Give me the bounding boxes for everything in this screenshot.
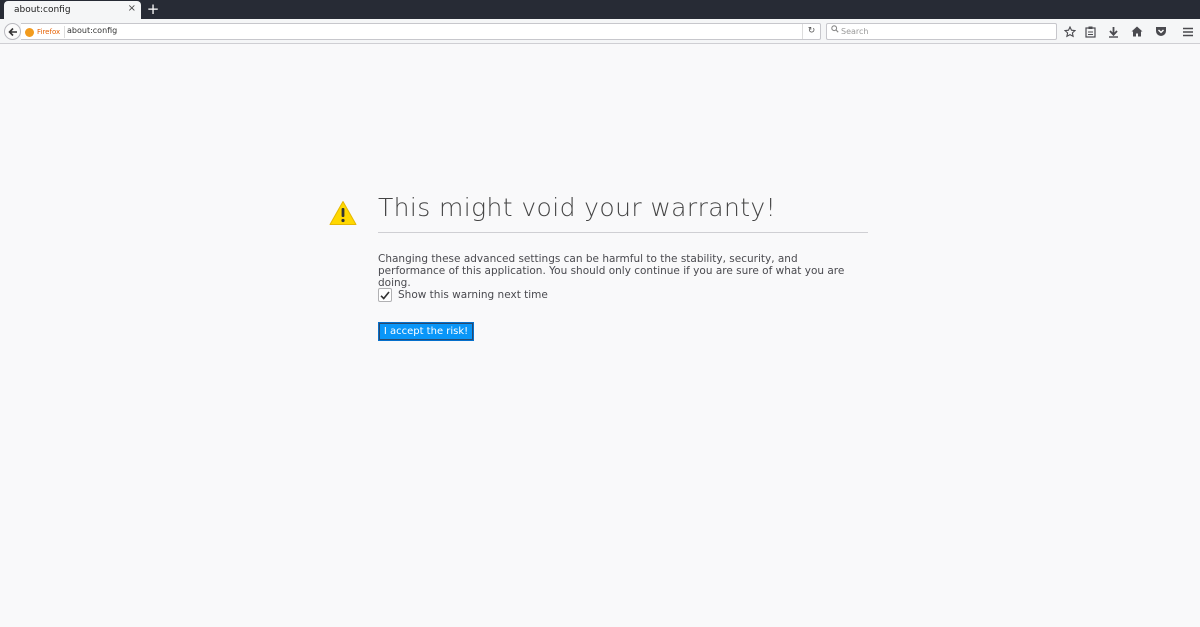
nav-toolbar: Firefox about:config ↻ [0, 19, 1200, 44]
home-icon[interactable] [1128, 23, 1146, 40]
page-title: This might void your warranty! [378, 193, 868, 233]
back-arrow-icon [7, 27, 17, 36]
tab-title: about:config [14, 5, 71, 15]
back-button[interactable] [4, 23, 21, 40]
new-tab-button[interactable]: + [146, 0, 160, 19]
pocket-icon[interactable] [1152, 23, 1170, 40]
download-icon[interactable] [1104, 23, 1122, 40]
show-warning-checkbox[interactable] [378, 288, 392, 302]
tab-about-config[interactable]: about:config × [4, 1, 141, 20]
firefox-logo-icon [25, 27, 34, 37]
library-icon[interactable] [1081, 23, 1099, 40]
search-input[interactable] [841, 25, 1051, 38]
reload-button[interactable]: ↻ [802, 24, 820, 39]
reload-icon: ↻ [807, 26, 816, 36]
menu-icon[interactable] [1179, 23, 1197, 40]
search-icon[interactable] [831, 25, 839, 36]
show-warning-option[interactable]: Show this warning next time [378, 288, 548, 302]
accept-risk-button[interactable]: I accept the risk! [378, 322, 474, 341]
warning-description: Changing these advanced settings can be … [378, 253, 845, 289]
warning-icon [329, 201, 357, 225]
checkmark-icon [380, 290, 390, 300]
url-bar[interactable]: Firefox about:config ↻ [21, 23, 821, 40]
identity-label: Firefox [37, 28, 61, 36]
checkbox-label: Show this warning next time [398, 289, 548, 301]
url-text[interactable]: about:config [67, 26, 117, 35]
tab-strip: about:config × + [0, 0, 1200, 20]
warning-page: This might void your warranty! Changing … [0, 45, 1200, 627]
identity-box[interactable]: Firefox [25, 26, 66, 38]
tab-close-icon[interactable]: × [128, 3, 136, 14]
search-bar[interactable] [826, 23, 1057, 40]
bookmark-star-icon[interactable] [1061, 23, 1079, 40]
